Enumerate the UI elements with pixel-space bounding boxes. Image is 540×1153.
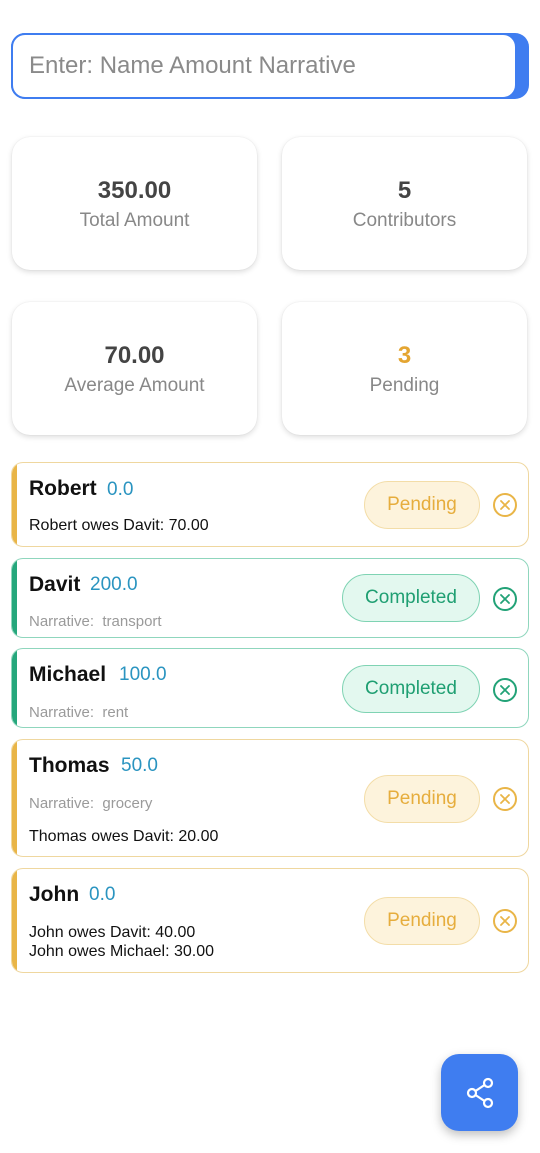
contributor-amount: 50.0 bbox=[121, 755, 158, 776]
narrative-line: Narrative: transport bbox=[29, 613, 162, 630]
close-circle-icon[interactable] bbox=[493, 493, 517, 517]
list-item[interactable]: Davit 200.0 Narrative: transport Complet… bbox=[11, 558, 529, 638]
owes-line: Thomas owes Davit: 20.00 bbox=[29, 828, 219, 845]
status-bar bbox=[12, 559, 17, 637]
list-item[interactable]: Thomas 50.0 Narrative: grocery Thomas ow… bbox=[11, 739, 529, 857]
entry-input-box bbox=[11, 33, 517, 99]
entry-input[interactable] bbox=[29, 52, 515, 80]
status-bar bbox=[12, 649, 17, 727]
list-item[interactable]: Michael 100.0 Narrative: rent Completed bbox=[11, 648, 529, 728]
status-bar bbox=[12, 869, 17, 972]
close-circle-icon[interactable] bbox=[493, 587, 517, 611]
narrative-label: Narrative: bbox=[29, 704, 95, 721]
close-circle-icon[interactable] bbox=[493, 678, 517, 702]
stat-average-amount: 70.00 Average Amount bbox=[12, 302, 257, 435]
narrative-line: Narrative: grocery bbox=[29, 795, 152, 812]
status-bar bbox=[12, 740, 17, 856]
pending-value: 3 bbox=[397, 342, 412, 369]
status-badge[interactable]: Completed bbox=[342, 665, 480, 713]
contributor-amount: 100.0 bbox=[119, 664, 167, 685]
average-amount-label: Average Amount bbox=[64, 375, 205, 396]
contributor-name: Thomas bbox=[29, 754, 110, 777]
owes-line: John owes Michael: 30.00 bbox=[29, 943, 214, 960]
narrative-value: grocery bbox=[102, 795, 153, 812]
list-item[interactable]: Robert 0.0 Robert owes Davit: 70.00 Pend… bbox=[11, 462, 529, 547]
close-circle-icon[interactable] bbox=[493, 787, 517, 811]
status-badge[interactable]: Pending bbox=[364, 481, 480, 529]
status-badge[interactable]: Pending bbox=[364, 897, 480, 945]
contributor-amount: 0.0 bbox=[107, 479, 134, 500]
contributors-label: Contributors bbox=[352, 210, 457, 231]
average-amount-value: 70.00 bbox=[104, 342, 165, 369]
status-badge[interactable]: Pending bbox=[364, 775, 480, 823]
entry-input-container bbox=[11, 33, 529, 99]
contributor-name: Davit bbox=[29, 573, 81, 596]
contributor-name: Robert bbox=[29, 477, 97, 500]
status-bar bbox=[12, 463, 17, 546]
owes-line: John owes Davit: 40.00 bbox=[29, 924, 196, 941]
contributor-name: Michael bbox=[29, 663, 107, 686]
share-button[interactable] bbox=[441, 1054, 518, 1131]
narrative-value: transport bbox=[102, 613, 162, 630]
status-badge[interactable]: Completed bbox=[342, 574, 480, 622]
contributor-amount: 0.0 bbox=[89, 884, 116, 905]
narrative-value: rent bbox=[102, 704, 129, 721]
share-icon bbox=[466, 1077, 493, 1108]
narrative-label: Narrative: bbox=[29, 795, 95, 812]
total-amount-label: Total Amount bbox=[79, 210, 190, 231]
list-item[interactable]: John 0.0 John owes Davit: 40.00 John owe… bbox=[11, 868, 529, 973]
pending-label: Pending bbox=[369, 375, 440, 396]
stat-total-amount: 350.00 Total Amount bbox=[12, 137, 257, 270]
narrative-line: Narrative: rent bbox=[29, 704, 128, 721]
stat-contributors: 5 Contributors bbox=[282, 137, 527, 270]
stat-pending: 3 Pending bbox=[282, 302, 527, 435]
close-circle-icon[interactable] bbox=[493, 909, 517, 933]
contributors-value: 5 bbox=[397, 177, 412, 204]
owes-line: Robert owes Davit: 70.00 bbox=[29, 517, 209, 534]
contributor-amount: 200.0 bbox=[90, 574, 138, 595]
narrative-label: Narrative: bbox=[29, 613, 95, 630]
total-amount-value: 350.00 bbox=[97, 177, 172, 204]
contributor-name: John bbox=[29, 883, 80, 906]
